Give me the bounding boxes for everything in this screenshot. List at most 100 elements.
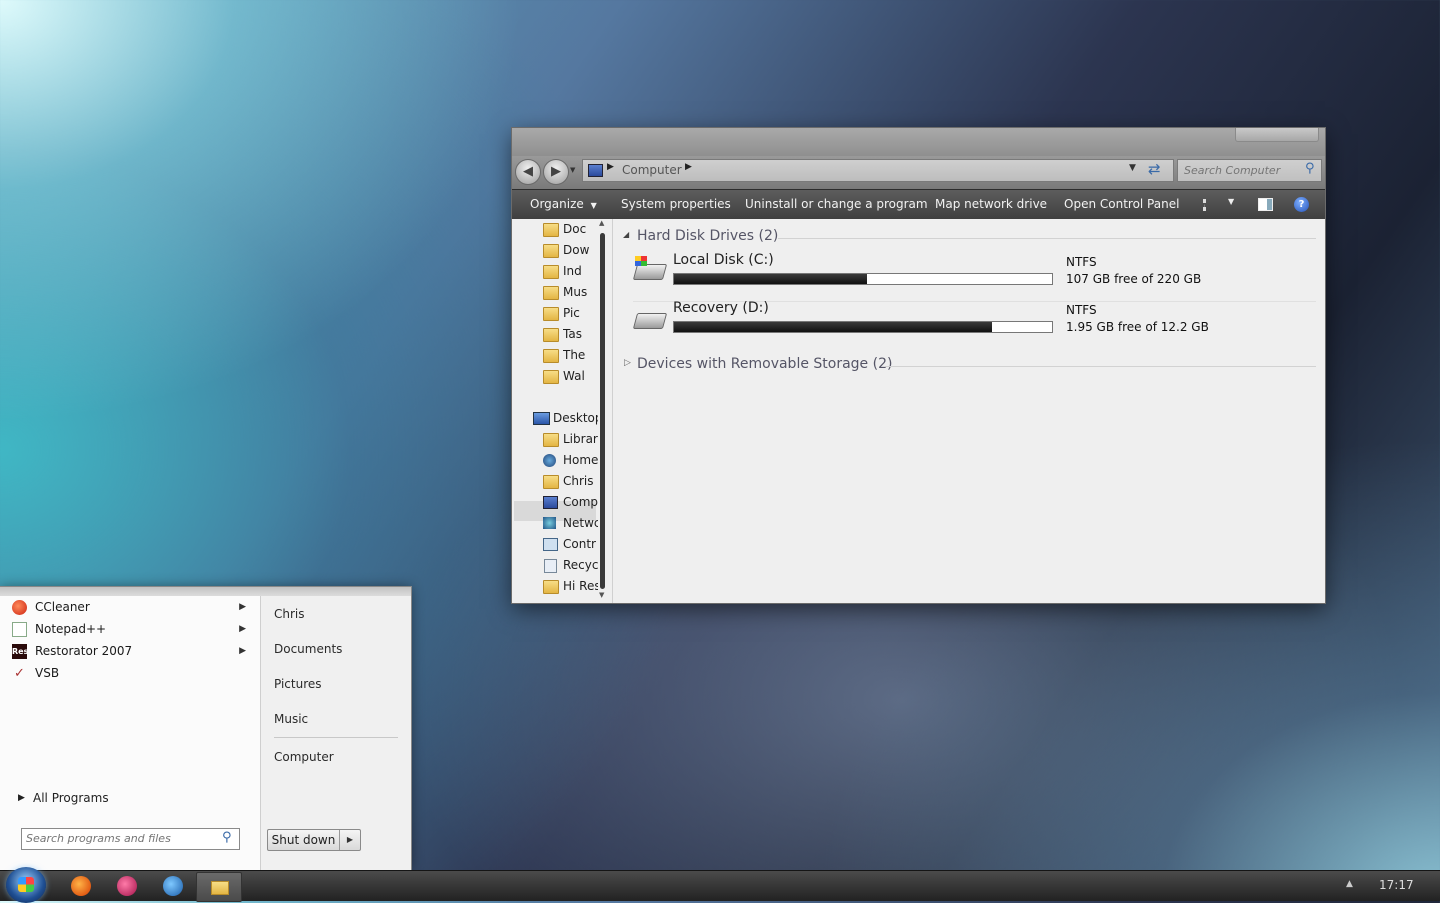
program-label: CCleaner — [35, 600, 90, 614]
nav-item-hi-res[interactable]: Hi Res — [563, 576, 598, 596]
drive-item-d[interactable]: Recovery (D:) NTFS 1.95 GB free of 12.2 … — [627, 300, 1317, 347]
user-folder-icon — [543, 475, 559, 489]
title-bar[interactable] — [512, 128, 1325, 156]
scroll-down-icon[interactable]: ▼ — [599, 591, 604, 599]
explorer-folder-icon — [211, 881, 229, 895]
place-computer[interactable]: Computer — [274, 747, 334, 767]
address-dropdown-icon[interactable]: ▼ — [1129, 163, 1136, 173]
program-label: Restorator 2007 — [35, 644, 133, 658]
scroll-thumb[interactable] — [600, 233, 605, 589]
breadcrumb-separator-icon[interactable]: ▶ — [607, 162, 614, 172]
start-button[interactable] — [6, 867, 46, 903]
nav-scrollbar[interactable]: ▲ ▼ — [598, 219, 609, 603]
shutdown-button[interactable]: Shut down — [268, 830, 339, 850]
folder-icon — [543, 286, 559, 300]
app-icon[interactable] — [117, 876, 137, 896]
desktop: { "explorer": { "breadcrumb": "Computer"… — [0, 0, 1440, 903]
folder-icon — [543, 580, 559, 594]
folder-icon — [543, 307, 559, 321]
nav-item-network[interactable]: Netwc — [563, 513, 598, 533]
submenu-arrow-icon[interactable]: ▶ — [239, 640, 246, 662]
hard-drive-icon — [632, 264, 668, 280]
search-icon[interactable]: ⚲ — [222, 830, 232, 845]
program-label: Notepad++ — [35, 622, 107, 636]
place-documents[interactable]: Documents — [274, 639, 342, 659]
explorer-taskbar-button[interactable] — [196, 872, 242, 902]
view-dropdown-icon[interactable]: ▼ — [1228, 197, 1234, 206]
nav-item-user[interactable]: Chris — [563, 471, 598, 491]
program-ccleaner[interactable]: CCleaner ▶ — [12, 596, 252, 618]
show-hidden-icons-icon[interactable]: ▲ — [1346, 879, 1353, 889]
drive-usage-bar — [673, 321, 1053, 333]
all-programs-link[interactable]: All Programs — [33, 791, 109, 805]
clock[interactable]: 17:17 — [1379, 878, 1414, 892]
vsb-icon: ✓ — [14, 666, 25, 681]
media-player-icon[interactable] — [163, 876, 183, 896]
expand-group-icon[interactable]: ▷ — [624, 358, 631, 368]
drive-usage-fill — [674, 274, 867, 284]
map-network-drive-button[interactable]: Map network drive — [935, 190, 1047, 220]
window-control-buttons[interactable] — [1235, 128, 1319, 142]
refresh-icon[interactable]: ⇄ — [1148, 160, 1161, 178]
nav-item-recycle-bin[interactable]: Recycl — [563, 555, 598, 575]
navigation-pane: Doc Dow Ind Mus Pic Tas The Wal Desktop … — [512, 219, 613, 603]
help-icon[interactable]: ? — [1294, 197, 1309, 212]
drive-item-c[interactable]: Local Disk (C:) NTFS 107 GB free of 220 … — [627, 252, 1317, 299]
drive-usage-fill — [674, 322, 992, 332]
taskbar: ▲ 17:17 — [0, 867, 1440, 903]
breadcrumb-chevron-icon[interactable]: ▶ — [685, 162, 692, 172]
preview-pane-icon[interactable] — [1258, 198, 1273, 211]
submenu-arrow-icon[interactable]: ▶ — [239, 618, 246, 640]
folder-icon — [543, 328, 559, 342]
recycle-bin-icon — [544, 559, 557, 573]
start-menu-top-edge — [0, 587, 411, 596]
content-pane: ◢ Hard Disk Drives (2) Local Disk (C:) N… — [613, 219, 1325, 603]
place-music[interactable]: Music — [274, 709, 308, 729]
folder-icon — [543, 370, 559, 384]
nav-item-homegroup[interactable]: Home — [563, 450, 598, 470]
nav-item-control-panel[interactable]: Contr — [563, 534, 598, 554]
drive-free-space: 1.95 GB free of 12.2 GB — [1066, 320, 1209, 334]
group-divider — [885, 366, 1316, 367]
search-input[interactable] — [1182, 162, 1302, 179]
nav-item-computer[interactable]: Comp — [563, 492, 598, 512]
group-header-hdd[interactable]: Hard Disk Drives (2) — [637, 228, 778, 244]
drive-name: Recovery (D:) — [673, 300, 769, 316]
organize-button[interactable]: Organize ▼ — [530, 190, 597, 220]
breadcrumb-computer[interactable]: Computer — [622, 163, 682, 177]
recent-pages-chevron-icon[interactable]: ▼ — [570, 166, 575, 174]
network-icon — [543, 517, 556, 529]
program-notepadpp[interactable]: Notepad++ ▶ — [12, 618, 252, 640]
address-bar[interactable]: ▶ Computer ▶ ▼ ⇄ — [582, 159, 1174, 182]
start-menu: CCleaner ▶ Notepad++ ▶ Res Restorator 20… — [0, 587, 411, 870]
open-control-panel-button[interactable]: Open Control Panel — [1064, 190, 1179, 220]
all-programs-arrow-icon[interactable]: ▶ — [18, 793, 25, 803]
program-vsb[interactable]: ✓ VSB — [12, 662, 252, 684]
firefox-icon[interactable] — [71, 876, 91, 896]
place-user[interactable]: Chris — [274, 604, 305, 624]
search-box[interactable]: ⚲ — [1177, 159, 1322, 182]
program-restorator[interactable]: Res Restorator 2007 ▶ — [12, 640, 252, 662]
group-header-removable[interactable]: Devices with Removable Storage (2) — [637, 356, 892, 372]
submenu-arrow-icon[interactable]: ▶ — [239, 596, 246, 618]
places-divider — [274, 737, 398, 738]
shutdown-options-arrow-icon[interactable]: ▶ — [340, 830, 360, 850]
program-label: VSB — [35, 666, 60, 680]
forward-button[interactable]: ▶ — [543, 159, 569, 185]
scroll-up-icon[interactable]: ▲ — [599, 219, 604, 227]
back-button[interactable]: ◀ — [515, 159, 541, 185]
ccleaner-icon — [12, 600, 27, 615]
collapse-group-icon[interactable]: ◢ — [623, 230, 629, 239]
start-search-input[interactable] — [26, 831, 211, 846]
navigation-bar: ◀ ▶ ▼ ▶ Computer ▶ ▼ ⇄ ⚲ — [512, 156, 1325, 189]
computer-icon — [588, 164, 603, 177]
place-pictures[interactable]: Pictures — [274, 674, 322, 694]
nav-item-desktop[interactable]: Desktop — [553, 408, 598, 428]
view-options-icon[interactable] — [1203, 199, 1218, 211]
start-search-box[interactable]: ⚲ — [21, 828, 240, 850]
hard-drive-icon — [632, 313, 668, 329]
uninstall-program-button[interactable]: Uninstall or change a program — [745, 190, 928, 220]
search-icon[interactable]: ⚲ — [1305, 161, 1315, 176]
nav-item-libraries[interactable]: Librari — [563, 429, 598, 449]
system-properties-button[interactable]: System properties — [621, 190, 731, 220]
